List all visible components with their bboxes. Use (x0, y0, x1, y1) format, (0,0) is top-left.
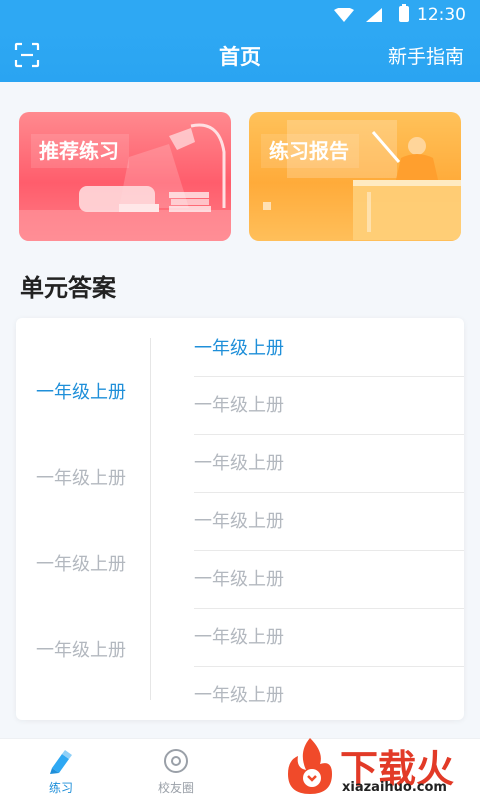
left-grade-item[interactable]: 一年级上册 (36, 550, 146, 576)
unit-answers-panel: 一年级上册 一年级上册 一年级上册 一年级上册 一年级上册 一年级上册 一年级上… (16, 318, 464, 720)
volume-item[interactable]: 一年级上册 (194, 551, 464, 609)
status-time: 12:30 (417, 5, 466, 25)
tab-practice-label: 练习 (48, 781, 73, 795)
tab-alumni-circle-label: 校友圈 (157, 781, 194, 795)
watermark-url: xiazaihuo.com (342, 780, 447, 795)
column-divider (150, 338, 151, 700)
volume-list: 一年级上册 一年级上册 一年级上册 一年级上册 一年级上册 一年级上册 一年级上… (194, 318, 464, 724)
volume-item[interactable]: 一年级上册 (194, 377, 464, 435)
battery-icon (399, 4, 409, 22)
recommended-practice-label: 推荐练习 (31, 134, 129, 168)
tab-alumni-circle[interactable]: 校友圈 (131, 739, 221, 801)
app-header: 首页 新手指南 (0, 30, 480, 82)
flame-logo-icon (288, 738, 332, 794)
teacher-illustration (263, 120, 461, 240)
tab-practice[interactable]: 练习 (16, 739, 106, 801)
circle-icon (164, 749, 188, 773)
volume-item[interactable]: 一年级上册 (194, 609, 464, 667)
volume-item[interactable]: 一年级上册 (194, 318, 464, 377)
left-grade-item[interactable]: 一年级上册 (36, 378, 146, 404)
beginner-guide-link[interactable]: 新手指南 (388, 42, 464, 69)
left-grade-item[interactable]: 一年级上册 (36, 636, 146, 662)
status-bar: 12:30 (0, 0, 480, 30)
practice-report-card[interactable]: 练习报告 (249, 112, 461, 241)
volume-item[interactable]: 一年级上册 (194, 667, 464, 724)
section-title: 单元答案 (20, 274, 116, 302)
desk-lamp-illustration (19, 123, 231, 241)
volume-item[interactable]: 一年级上册 (194, 493, 464, 551)
left-grade-item[interactable]: 一年级上册 (36, 464, 146, 490)
watermark: 下载火 xiazaihuo.com (278, 734, 480, 800)
volume-item[interactable]: 一年级上册 (194, 435, 464, 493)
signal-icon (366, 8, 382, 22)
pencil-icon (50, 750, 72, 774)
wifi-icon (334, 8, 354, 22)
recommended-practice-card[interactable]: 推荐练习 (19, 112, 231, 241)
practice-report-label: 练习报告 (261, 134, 359, 168)
